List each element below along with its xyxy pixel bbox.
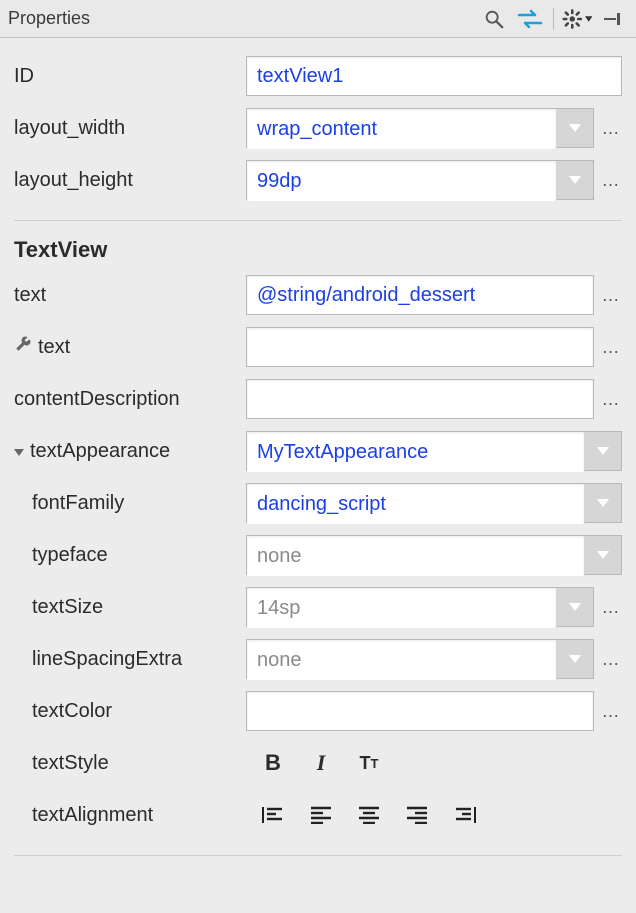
minimize-icon[interactable] [598, 5, 628, 33]
wrench-icon [14, 335, 32, 359]
combo-text-appearance[interactable]: MyTextAppearance [246, 431, 622, 471]
input-layout-height[interactable]: 99dp [247, 161, 557, 201]
more-button[interactable]: … [600, 170, 622, 191]
label-text-color: textColor [14, 700, 246, 723]
align-view-start-icon[interactable] [256, 800, 290, 830]
combo-typeface[interactable]: none [246, 535, 622, 575]
label-text-appearance-text: textAppearance [30, 440, 170, 463]
more-button[interactable]: … [600, 389, 622, 410]
align-view-end-icon[interactable] [448, 800, 482, 830]
properties-panel: ID textView1 layout_width wrap_content …… [0, 38, 636, 870]
swap-icon[interactable] [515, 5, 545, 33]
chevron-down-icon[interactable] [585, 432, 621, 470]
input-text-appearance[interactable]: MyTextAppearance [247, 432, 585, 472]
label-tools-text-text: text [38, 336, 70, 359]
more-button[interactable]: … [600, 701, 622, 722]
input-content-description[interactable] [246, 379, 594, 419]
more-button[interactable]: … [600, 649, 622, 670]
row-tools-text: text … [14, 321, 622, 373]
row-line-spacing: lineSpacingExtra none … [14, 633, 622, 685]
label-typeface: typeface [14, 544, 246, 567]
divider [14, 855, 622, 856]
allcaps-toggle[interactable]: TT [352, 748, 386, 778]
label-font-family: fontFamily [14, 492, 246, 515]
row-text-color: textColor … [14, 685, 622, 737]
input-font-family[interactable]: dancing_script [247, 484, 585, 524]
row-typeface: typeface none [14, 529, 622, 581]
label-tools-text: text [14, 335, 246, 359]
label-layout-height: layout_height [14, 169, 246, 192]
row-font-family: fontFamily dancing_script [14, 477, 622, 529]
row-content-description: contentDescription … [14, 373, 622, 425]
label-text-size: textSize [14, 596, 246, 619]
chevron-down-icon[interactable] [557, 588, 593, 626]
row-layout-width: layout_width wrap_content … [14, 102, 622, 154]
more-button[interactable]: … [600, 337, 622, 358]
row-layout-height: layout_height 99dp … [14, 154, 622, 206]
align-center-icon[interactable] [352, 800, 386, 830]
section-title: TextView [14, 231, 622, 269]
align-end-icon[interactable] [400, 800, 434, 830]
input-line-spacing[interactable]: none [247, 640, 557, 680]
label-id: ID [14, 65, 246, 88]
combo-line-spacing[interactable]: none [246, 639, 594, 679]
chevron-down-icon[interactable] [557, 640, 593, 678]
divider [14, 220, 622, 221]
row-id: ID textView1 [14, 50, 622, 102]
chevron-down-icon[interactable] [557, 109, 593, 147]
label-layout-width: layout_width [14, 117, 246, 140]
gear-icon[interactable] [562, 5, 592, 33]
combo-font-family[interactable]: dancing_script [246, 483, 622, 523]
label-text-style: textStyle [14, 752, 246, 775]
italic-toggle[interactable]: I [304, 748, 338, 778]
align-start-icon[interactable] [304, 800, 338, 830]
label-text-alignment: textAlignment [14, 804, 246, 827]
row-text: text @string/android_dessert … [14, 269, 622, 321]
input-id[interactable]: textView1 [246, 56, 622, 96]
input-text-size[interactable]: 14sp [247, 588, 557, 628]
chevron-down-icon[interactable] [557, 161, 593, 199]
label-text: text [14, 284, 246, 307]
label-content-description: contentDescription [14, 388, 246, 411]
row-text-style: textStyle B I TT [14, 737, 622, 789]
search-icon[interactable] [479, 5, 509, 33]
input-text[interactable]: @string/android_dessert [246, 275, 594, 315]
label-text-appearance: textAppearance [14, 440, 246, 463]
combo-layout-height[interactable]: 99dp [246, 160, 594, 200]
input-layout-width[interactable]: wrap_content [247, 109, 557, 149]
combo-layout-width[interactable]: wrap_content [246, 108, 594, 148]
titlebar-tools [479, 5, 628, 33]
input-typeface[interactable]: none [247, 536, 585, 576]
input-text-color[interactable] [246, 691, 594, 731]
more-button[interactable]: … [600, 118, 622, 139]
label-line-spacing: lineSpacingExtra [14, 648, 246, 671]
chevron-down-icon[interactable] [585, 484, 621, 522]
separator [553, 8, 554, 30]
row-text-alignment: textAlignment [14, 789, 622, 841]
more-button[interactable]: … [600, 597, 622, 618]
panel-title: Properties [8, 8, 479, 29]
combo-text-size[interactable]: 14sp [246, 587, 594, 627]
row-text-appearance: textAppearance MyTextAppearance [14, 425, 622, 477]
bold-toggle[interactable]: B [256, 748, 290, 778]
chevron-down-icon[interactable] [585, 536, 621, 574]
input-tools-text[interactable] [246, 327, 594, 367]
more-button[interactable]: … [600, 285, 622, 306]
row-text-size: textSize 14sp … [14, 581, 622, 633]
titlebar: Properties [0, 0, 636, 38]
expand-icon[interactable] [14, 440, 24, 463]
